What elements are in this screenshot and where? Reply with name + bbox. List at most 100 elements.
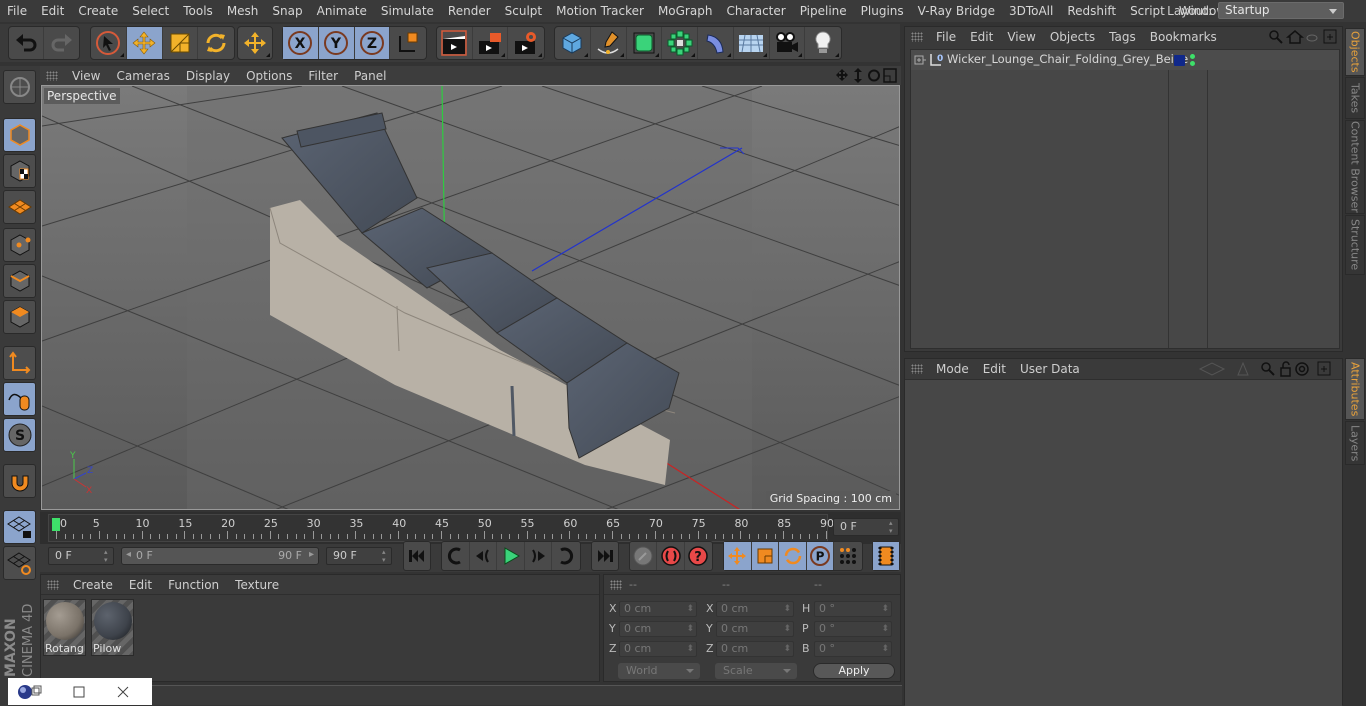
render-settings-button[interactable] — [508, 27, 544, 59]
editor-visibility-dot[interactable] — [1190, 54, 1195, 59]
tab-structure[interactable]: Structure — [1345, 215, 1365, 275]
close-icon[interactable] — [116, 685, 130, 699]
maximize-icon[interactable] — [72, 685, 86, 699]
panel-grip[interactable] — [47, 579, 59, 590]
live-selection-button[interactable] — [91, 27, 127, 59]
menu-edit[interactable]: Edit — [34, 4, 71, 18]
make-editable-button[interactable] — [3, 70, 36, 104]
current-frame-field[interactable]: 0 F — [833, 518, 899, 536]
layer-color-swatch[interactable] — [1174, 55, 1185, 66]
floor-button[interactable] — [734, 27, 770, 59]
attributes-menu-mode[interactable]: Mode — [929, 362, 976, 376]
object-name[interactable]: Wicker_Lounge_Chair_Folding_Grey_Beige — [947, 52, 1188, 66]
viewport-menu-view[interactable]: View — [64, 69, 108, 83]
transform-mode-dropdown[interactable]: Scale — [715, 663, 797, 679]
camera-label[interactable]: Perspective — [44, 88, 120, 104]
new-panel-icon[interactable] — [1317, 361, 1331, 376]
coordinate-system-button[interactable] — [390, 27, 426, 59]
menu-create[interactable]: Create — [71, 4, 125, 18]
frame-range-slider[interactable]: ◂ 0 F 90 F ▸ — [121, 547, 319, 565]
attributes-menu-user-data[interactable]: User Data — [1013, 362, 1087, 376]
menu-simulate[interactable]: Simulate — [374, 4, 441, 18]
attributes-menu-edit[interactable]: Edit — [976, 362, 1013, 376]
objects-menu-view[interactable]: View — [1000, 30, 1042, 44]
points-mode-button[interactable] — [3, 228, 36, 262]
cube-button[interactable] — [555, 27, 591, 59]
menu-file[interactable]: File — [0, 4, 34, 18]
rotate-tool-button[interactable] — [198, 27, 234, 59]
objects-menu-objects[interactable]: Objects — [1043, 30, 1102, 44]
workplane-align-button[interactable] — [3, 546, 36, 580]
objects-menu-file[interactable]: File — [929, 30, 963, 44]
camera-button[interactable] — [770, 27, 806, 59]
back-forward-icon[interactable] — [1198, 362, 1226, 376]
menu-select[interactable]: Select — [125, 4, 176, 18]
search-icon[interactable] — [1269, 30, 1283, 44]
menu-sculpt[interactable]: Sculpt — [498, 4, 549, 18]
home-icon[interactable] — [1285, 30, 1305, 44]
undo-button[interactable] — [9, 27, 45, 59]
start-frame-field[interactable]: 0 F — [48, 547, 114, 565]
goto-end-button[interactable] — [592, 542, 618, 570]
menu-redshift[interactable]: Redshift — [1060, 4, 1123, 18]
material-swatch-pilow[interactable]: Pilow — [91, 599, 134, 656]
viewport-menu-options[interactable]: Options — [238, 69, 300, 83]
coordinate-space-dropdown[interactable]: World — [618, 663, 700, 679]
recent-tool-button[interactable] — [238, 27, 272, 59]
z-axis-button[interactable]: Z — [354, 27, 391, 59]
tab-takes[interactable]: Takes — [1345, 77, 1365, 119]
workplane-lock-button[interactable] — [3, 510, 36, 544]
new-panel-icon[interactable] — [1323, 29, 1337, 44]
size-y-field[interactable]: 0 cm — [716, 621, 794, 637]
render-visibility-dot[interactable] — [1190, 61, 1195, 66]
play-button[interactable] — [497, 542, 525, 570]
viewport-menu-display[interactable]: Display — [178, 69, 238, 83]
material-menu-edit[interactable]: Edit — [121, 578, 160, 592]
scale-tool-button[interactable] — [163, 27, 199, 59]
menu-3dtoall[interactable]: 3DToAll — [1002, 4, 1060, 18]
rot-p-field[interactable]: 0 ° — [814, 621, 892, 637]
menu-pipeline[interactable]: Pipeline — [793, 4, 854, 18]
x-axis-button[interactable]: X — [283, 27, 319, 59]
viewport-menu-filter[interactable]: Filter — [300, 69, 346, 83]
size-z-field[interactable]: 0 cm — [716, 641, 794, 657]
goto-start-button[interactable] — [404, 542, 430, 570]
edges-mode-button[interactable] — [3, 264, 36, 298]
timeline-ruler[interactable]: 0 5 10 15 20 25 30 35 40 45 50 55 60 65 70 75 80 85 90 — [48, 514, 834, 542]
panel-grip[interactable] — [911, 32, 923, 42]
material-menu-texture[interactable]: Texture — [227, 578, 287, 592]
filter-icon[interactable] — [1306, 34, 1318, 42]
subdivision-button[interactable] — [627, 27, 663, 59]
material-menu-function[interactable]: Function — [160, 578, 227, 592]
motion-record-button[interactable] — [630, 542, 658, 570]
y-axis-button[interactable]: Y — [318, 27, 355, 59]
next-frame-button[interactable] — [525, 542, 553, 570]
material-menu-create[interactable]: Create — [65, 578, 121, 592]
model-mode-button[interactable] — [3, 118, 36, 152]
size-x-field[interactable]: 0 cm — [716, 601, 794, 617]
pan-view-icon[interactable] — [836, 69, 848, 81]
move-tool-button[interactable] — [126, 27, 163, 59]
panel-grip[interactable] — [610, 580, 622, 590]
menu-render[interactable]: Render — [441, 4, 498, 18]
menu-vray-bridge[interactable]: V-Ray Bridge — [911, 4, 1002, 18]
panel-grip[interactable] — [911, 364, 923, 374]
menu-motion-tracker[interactable]: Motion Tracker — [549, 4, 651, 18]
tab-objects[interactable]: Objects — [1345, 28, 1365, 76]
rot-b-field[interactable]: 0 ° — [814, 641, 892, 657]
key-scale-button[interactable] — [751, 542, 780, 570]
timeline-window-button[interactable] — [873, 542, 899, 570]
menu-mograph[interactable]: MoGraph — [651, 4, 720, 18]
workplane-mode-button[interactable] — [3, 190, 36, 224]
snap-button[interactable] — [3, 464, 36, 498]
key-position-button[interactable] — [724, 542, 752, 570]
end-frame-field[interactable]: 90 F — [326, 547, 392, 565]
maximize-view-icon[interactable] — [883, 68, 897, 83]
rot-h-field[interactable]: 0 ° — [814, 601, 892, 617]
menu-tools[interactable]: Tools — [176, 4, 220, 18]
key-pla-button[interactable] — [834, 542, 862, 570]
apply-button[interactable]: Apply — [813, 663, 895, 679]
panel-grip[interactable] — [46, 70, 58, 81]
menu-plugins[interactable]: Plugins — [854, 4, 911, 18]
tab-layers[interactable]: Layers — [1345, 421, 1365, 465]
